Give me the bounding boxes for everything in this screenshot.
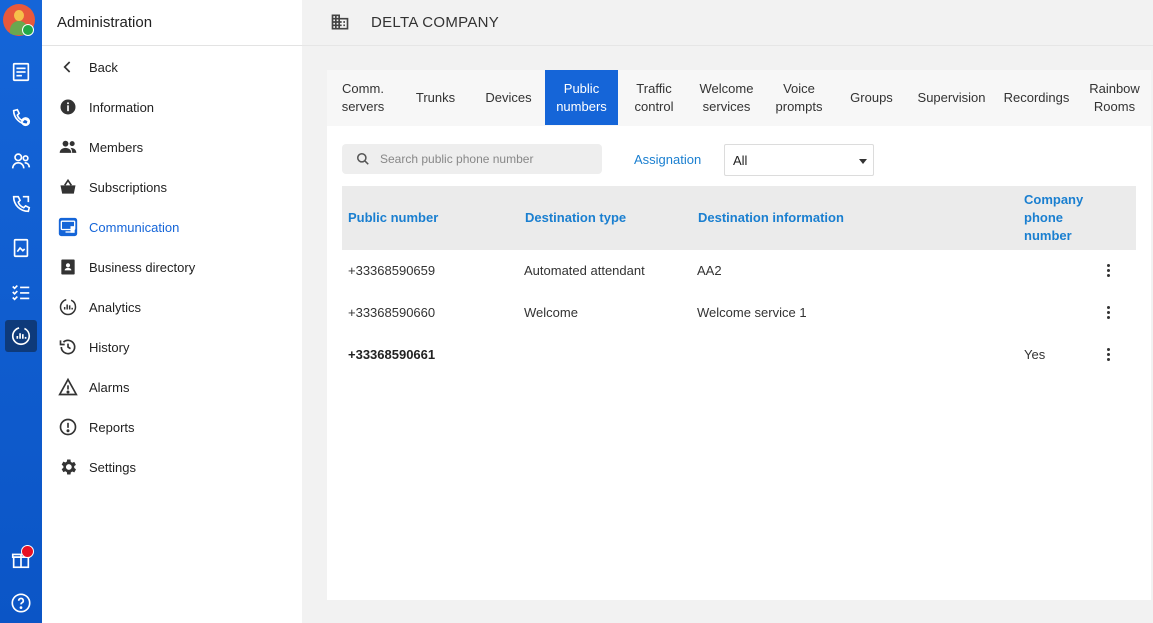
menu-title: Administration (42, 0, 302, 46)
rail-documents-icon[interactable] (5, 232, 37, 264)
tab-welcome-services[interactable]: Welcome services (690, 70, 763, 125)
admin-menu: Administration Back Information Members … (42, 0, 302, 623)
menu-item-label: Settings (89, 459, 136, 475)
menu-item-analytics[interactable]: Analytics (57, 295, 141, 319)
menu-item-business-directory[interactable]: Business directory (57, 255, 195, 279)
info-icon (57, 96, 79, 118)
chevron-left-icon (57, 56, 79, 78)
menu-item-history[interactable]: History (57, 335, 129, 359)
menu-item-information[interactable]: Information (57, 95, 154, 119)
table-row[interactable]: +33368590661 Yes (342, 334, 1136, 376)
page-header: DELTA COMPANY (302, 0, 1153, 46)
rail-news-icon[interactable] (5, 56, 37, 88)
basket-icon (57, 176, 79, 198)
building-icon (331, 14, 349, 30)
menu-item-label: Members (89, 139, 144, 155)
cell-destination-information: Welcome service 1 (697, 305, 807, 320)
menu-item-label: Subscriptions (89, 179, 168, 195)
menu-item-label: Communication (89, 219, 180, 235)
search-box (342, 144, 602, 174)
table-header: Public number Destination type Destinati… (342, 186, 1136, 250)
rail-admin-icon[interactable] (5, 320, 37, 352)
company-name: DELTA COMPANY (371, 14, 500, 31)
caret-down-icon (859, 159, 867, 164)
tab-public-numbers[interactable]: Public numbers (545, 70, 618, 125)
menu-item-reports[interactable]: Reports (57, 415, 135, 439)
cell-public-number: +33368590660 (348, 305, 436, 320)
menu-item-label: Reports (89, 419, 135, 435)
column-header-public-number[interactable]: Public number (348, 209, 438, 227)
menu-item-subscriptions[interactable]: Subscriptions (57, 175, 167, 199)
gear-icon (57, 456, 79, 478)
menu-item-label: Back (89, 59, 118, 75)
more-options-icon[interactable] (1100, 342, 1116, 366)
tab-supervision[interactable]: Supervision (908, 70, 995, 125)
table-row[interactable]: +33368590660 Welcome Welcome service 1 (342, 292, 1136, 334)
assignation-selected-value: All (733, 153, 748, 168)
report-icon (57, 416, 79, 438)
main-panel: Comm. servers Trunks Devices Public numb… (327, 70, 1151, 600)
tab-bar: Comm. servers Trunks Devices Public numb… (327, 70, 1151, 126)
cell-company-phone-number: Yes (1024, 347, 1046, 362)
more-options-icon[interactable] (1100, 258, 1116, 282)
column-header-destination-information[interactable]: Destination information (698, 209, 844, 227)
rail-tasks-icon[interactable] (5, 276, 37, 308)
members-icon (57, 136, 79, 158)
tab-rainbow-rooms[interactable]: Rainbow Rooms (1078, 70, 1151, 125)
alarm-icon (57, 376, 79, 398)
menu-item-label: Alarms (89, 379, 130, 395)
analytics-icon (57, 296, 79, 318)
menu-item-members[interactable]: Members (57, 135, 143, 159)
communication-icon (57, 216, 79, 238)
directory-icon (57, 256, 79, 278)
tab-comm-servers[interactable]: Comm. servers (327, 70, 399, 125)
rail-phone-icon[interactable] (5, 188, 37, 220)
menu-item-alarms[interactable]: Alarms (57, 375, 129, 399)
tab-traffic-control[interactable]: Traffic control (618, 70, 690, 125)
cell-public-number: +33368590661 (348, 347, 436, 362)
cell-destination-information: AA2 (697, 263, 722, 278)
more-options-icon[interactable] (1100, 300, 1116, 324)
menu-item-label: History (89, 339, 130, 355)
menu-item-label: Business directory (89, 259, 196, 275)
tab-trunks[interactable]: Trunks (399, 70, 472, 125)
tab-voice-prompts[interactable]: Voice prompts (763, 70, 835, 125)
rail-calls-icon[interactable] (5, 101, 37, 133)
menu-item-label: Analytics (89, 299, 142, 315)
menu-item-settings[interactable]: Settings (57, 455, 136, 479)
column-header-destination-type[interactable]: Destination type (525, 209, 626, 227)
notification-badge (21, 545, 34, 558)
tab-devices[interactable]: Devices (472, 70, 545, 125)
column-header-company-phone-number[interactable]: Company phone number (1024, 191, 1104, 245)
search-input[interactable] (380, 144, 590, 174)
rail-help-icon[interactable] (5, 587, 37, 619)
rail-contacts-icon[interactable] (5, 145, 37, 177)
assignation-label: Assignation (634, 152, 702, 167)
search-icon (356, 152, 369, 165)
presence-available-icon (22, 24, 34, 36)
history-icon (57, 336, 79, 358)
app-rail (0, 0, 42, 623)
table-row[interactable]: +33368590659 Automated attendant AA2 (342, 250, 1136, 292)
menu-item-back[interactable]: Back (57, 55, 118, 79)
tab-groups[interactable]: Groups (835, 70, 908, 125)
cell-destination-type: Welcome (524, 305, 578, 320)
menu-item-label: Information (89, 99, 155, 115)
tab-recordings[interactable]: Recordings (995, 70, 1078, 125)
menu-item-communication[interactable]: Communication (57, 215, 179, 239)
cell-public-number: +33368590659 (348, 263, 436, 278)
cell-destination-type: Automated attendant (524, 263, 645, 278)
assignation-select[interactable]: All (724, 144, 874, 176)
